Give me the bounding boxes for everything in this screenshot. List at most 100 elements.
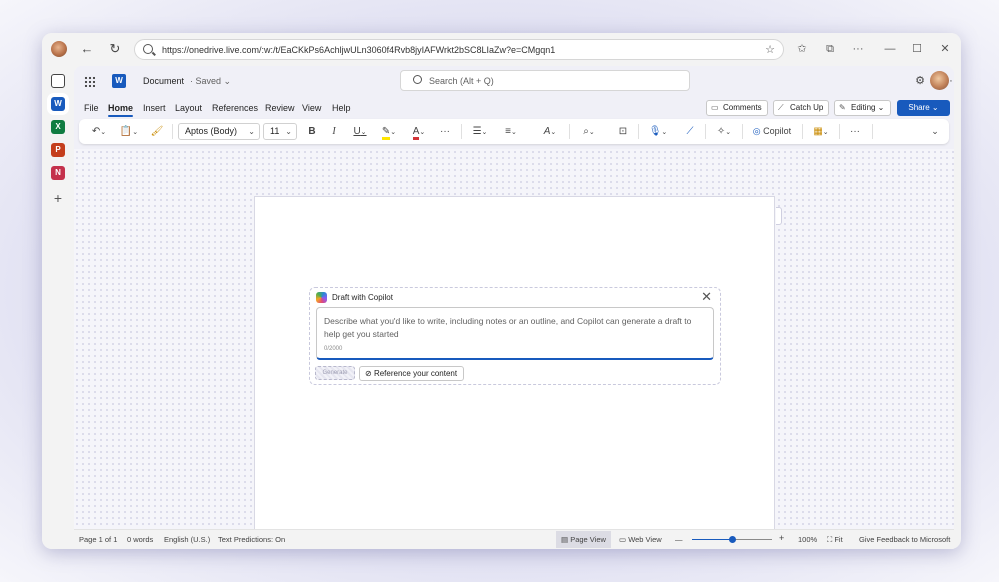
collections-icon[interactable]: ⧉ — [822, 41, 838, 57]
copilot-button[interactable]: ◎ Copilot — [747, 124, 797, 139]
fit-button[interactable]: ⛶ Fit — [827, 535, 843, 545]
more-icon[interactable]: ··· — [850, 41, 866, 57]
app-launcher-icon[interactable] — [84, 76, 95, 87]
editing-mode-button[interactable]: ✎ Editing ⌄ — [834, 100, 891, 116]
web-view-button[interactable]: ▭ Web View — [614, 531, 667, 548]
address-bar[interactable]: https://onedrive.live.com/:w:/t/EaCKkPs6… — [134, 39, 784, 60]
align-paragraph-icon[interactable]: ≡⌄ — [498, 124, 524, 139]
catch-up-icon: ⟋ — [778, 103, 784, 112]
page-view-icon: ▤ — [561, 535, 569, 544]
favorites-icon[interactable]: ✩ — [794, 41, 810, 57]
bold-button[interactable]: B — [304, 124, 320, 139]
star-icon[interactable]: ☆ — [765, 43, 775, 56]
word-app-icon[interactable]: W — [51, 97, 65, 111]
chevron-down-icon: ⌄ — [285, 127, 292, 136]
search-placeholder: Search (Alt + Q) — [429, 76, 494, 86]
add-app-icon[interactable]: + — [51, 191, 65, 205]
reference-content-label: Reference your content — [373, 369, 458, 378]
text-predictions-status[interactable]: Text Predictions: On — [218, 535, 285, 544]
search-box[interactable]: Search (Alt + Q) — [400, 70, 690, 91]
document-name[interactable]: Document — [143, 76, 184, 86]
pencil-icon: ✎ — [839, 103, 846, 112]
onenote-app-icon[interactable]: N — [51, 166, 65, 180]
format-painter-icon[interactable]: 🖌 — [149, 124, 165, 139]
copilot-panel-title: Draft with Copilot — [332, 293, 393, 302]
minimize-button[interactable]: — — [882, 41, 898, 57]
ribbon-divider — [172, 124, 173, 139]
dictate-microphone-icon[interactable]: 🎙⌄ — [646, 124, 670, 139]
give-feedback-link[interactable]: Give Feedback to Microsoft — [859, 535, 950, 544]
catch-up-label: Catch Up — [790, 103, 824, 112]
ribbon-divider — [461, 124, 462, 139]
user-avatar[interactable] — [930, 71, 949, 90]
maximize-button[interactable]: ☐ — [909, 41, 925, 57]
refresh-icon[interactable]: ↻ — [106, 40, 124, 58]
url-text: https://onedrive.live.com/:w:/t/EaCKkPs6… — [162, 45, 556, 55]
page-view-button[interactable]: ▤ Page View — [556, 531, 611, 548]
tab-layout[interactable]: Layout — [175, 103, 202, 113]
ribbon-tabs: File Home Insert Layout References Revie… — [74, 97, 954, 121]
font-name-value: Aptos (Body) — [185, 126, 238, 136]
tab-insert[interactable]: Insert — [143, 103, 166, 113]
app-rail: W X P N + — [42, 66, 74, 549]
browser-window: ← ↻ https://onedrive.live.com/:w:/t/EaCK… — [42, 33, 961, 549]
styles-icon[interactable]: A⌄ — [537, 124, 563, 139]
tab-references[interactable]: References — [212, 103, 258, 113]
back-arrow-icon[interactable]: ← — [78, 40, 96, 58]
tab-view[interactable]: View — [302, 103, 321, 113]
language-indicator[interactable]: English (U.S.) — [164, 535, 210, 544]
comments-button[interactable]: ▭ Comments — [706, 100, 768, 116]
font-size-select[interactable]: 11 ⌄ — [263, 123, 297, 140]
tab-file[interactable]: File — [84, 103, 99, 113]
catch-up-button[interactable]: ⟋ Catch Up — [773, 100, 829, 116]
reference-content-button[interactable]: ⊘ Reference your content — [359, 366, 464, 381]
font-name-select[interactable]: Aptos (Body) ⌄ — [178, 123, 260, 140]
tab-review[interactable]: Review — [265, 103, 295, 113]
fit-label: Fit — [834, 535, 843, 544]
tab-home[interactable]: Home — [108, 103, 134, 117]
document-save-status[interactable]: · Saved ⌄ — [190, 76, 231, 87]
ribbon-divider — [742, 124, 743, 139]
page-count: Page 1 of 1 — [79, 535, 118, 544]
word-count[interactable]: 0 words — [127, 535, 153, 544]
rewrite-wand-icon[interactable]: ✧⌄ — [712, 124, 736, 139]
zoom-out-button[interactable]: — — [675, 535, 683, 544]
zoom-in-button[interactable]: + — [779, 533, 784, 543]
italic-button[interactable]: I — [326, 124, 342, 139]
find-icon[interactable]: ⌕⌄ — [576, 124, 602, 139]
excel-app-icon[interactable]: X — [51, 120, 65, 134]
close-icon[interactable]: ✕ — [701, 289, 712, 305]
highlight-button[interactable]: ✎⌄ — [377, 124, 401, 140]
zoom-level[interactable]: 100% — [798, 535, 817, 544]
bullets-list-icon[interactable]: ☰⌄ — [467, 124, 493, 139]
powerpoint-app-icon[interactable]: P — [51, 143, 65, 157]
paste-icon[interactable]: 📋⌄ — [117, 124, 141, 139]
browser-profile-avatar[interactable] — [51, 41, 67, 57]
font-color-button[interactable]: A⌄ — [407, 124, 431, 140]
ribbon-more-icon[interactable]: ··· — [846, 124, 864, 139]
web-view-label: Web View — [628, 535, 662, 544]
page-side-tab[interactable] — [776, 207, 782, 225]
generate-button[interactable]: Generate — [315, 366, 355, 380]
more-font-options-icon[interactable]: ··· — [436, 124, 454, 139]
underline-button[interactable]: U⌄ — [349, 124, 371, 139]
word-logo-icon: W — [112, 74, 126, 88]
settings-gear-icon[interactable]: ⚙ — [912, 73, 928, 89]
close-window-button[interactable]: ✕ — [937, 41, 953, 57]
copilot-logo-icon — [316, 292, 327, 303]
undo-icon[interactable]: ↶⌄ — [87, 124, 111, 139]
paperclip-icon: ⊘ — [365, 369, 372, 378]
editor-icon[interactable]: ⊡ — [615, 124, 631, 139]
draft-with-copilot-panel: Draft with Copilot ✕ Describe what you'd… — [309, 287, 721, 385]
tab-help[interactable]: Help — [332, 103, 351, 113]
onedrive-icon[interactable] — [51, 74, 65, 88]
chevron-down-icon: ⌄ — [248, 127, 255, 136]
table-grid-icon[interactable]: ▦⌄ — [809, 124, 833, 139]
share-button[interactable]: Share ⌄ — [897, 100, 950, 116]
zoom-slider[interactable] — [692, 536, 772, 543]
copilot-prompt-input[interactable]: Describe what you'd like to write, inclu… — [316, 307, 714, 360]
word-app: W Document · Saved ⌄ Search (Alt + Q) ⚙ … — [74, 66, 954, 549]
collapse-ribbon-chevron-icon[interactable]: ⌄ — [929, 124, 941, 139]
designer-icon[interactable]: ⟋ — [682, 124, 698, 139]
zoom-slider-thumb[interactable] — [728, 536, 736, 543]
